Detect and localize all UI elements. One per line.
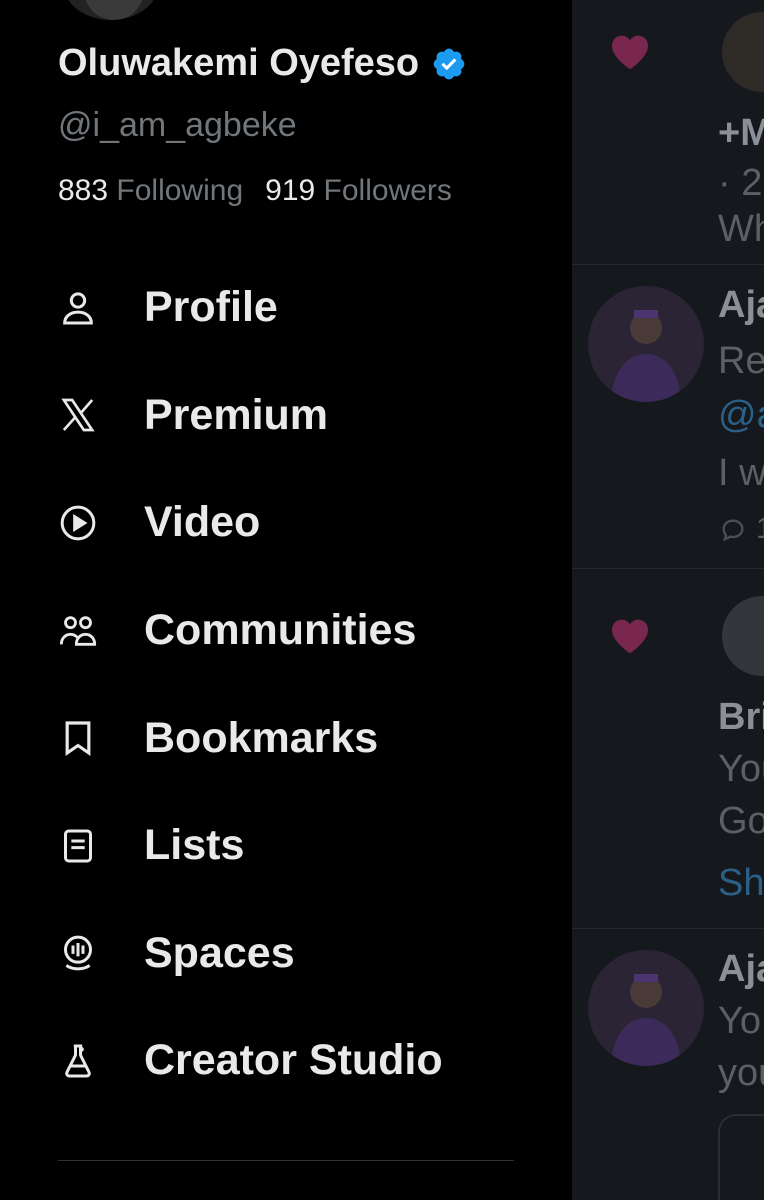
- following-link[interactable]: 883 Following: [58, 174, 243, 207]
- post-text: Wh: [718, 208, 764, 250]
- avatar-photo: [588, 286, 704, 402]
- post-meta: · 2l: [718, 162, 764, 204]
- show-more-link[interactable]: Sh: [718, 862, 764, 905]
- side-drawer: Oluwakemi Oyefeso @i_am_agbeke 883 Follo…: [0, 0, 572, 1200]
- nav-label-premium: Premium: [144, 390, 329, 439]
- reply-count: 1: [756, 512, 764, 546]
- post-text: You: [718, 748, 764, 790]
- liked-heart-icon: [612, 35, 648, 70]
- followers-label: Followers: [323, 174, 452, 207]
- nav-label-profile: Profile: [144, 283, 278, 332]
- nav-label-lists: Lists: [144, 821, 245, 870]
- following-count: 883: [58, 174, 109, 207]
- nav-item-video[interactable]: Video: [0, 469, 572, 577]
- nav-item-profile[interactable]: Profile: [0, 254, 572, 362]
- nav-label-bookmarks: Bookmarks: [144, 713, 379, 762]
- liked-heart-icon: [612, 619, 648, 654]
- nav-item-creator-studio[interactable]: Creator Studio: [0, 1007, 572, 1115]
- divider: [572, 264, 764, 265]
- bookmark-icon: [58, 718, 98, 758]
- x-logo-icon: [58, 395, 98, 435]
- display-name-text: Oluwakemi Oyefeso: [58, 42, 420, 84]
- profile-handle: @i_am_agbeke: [58, 106, 297, 144]
- flask-icon: [58, 1041, 98, 1081]
- avatar[interactable]: [588, 286, 704, 402]
- post-author: Bri: [718, 696, 764, 738]
- dimmed-timeline[interactable]: +M · 2l Wh Aja Re @a I w 1 Bri You Go Sh…: [572, 0, 764, 1200]
- post-author: Aja: [718, 948, 764, 990]
- list-icon: [58, 826, 98, 866]
- verified-badge-icon: [433, 48, 465, 79]
- play-circle-icon: [58, 503, 98, 543]
- nav-item-communities[interactable]: Communities: [0, 577, 572, 685]
- nav-item-spaces[interactable]: Spaces: [0, 900, 572, 1008]
- post-author: +M: [718, 112, 764, 154]
- divider: [58, 1160, 514, 1161]
- communities-icon: [58, 611, 98, 651]
- nav-label-creator-studio: Creator Studio: [144, 1036, 443, 1085]
- nav-item-premium[interactable]: Premium: [0, 362, 572, 470]
- person-icon: [58, 288, 98, 328]
- spaces-mic-icon: [58, 933, 98, 973]
- post-text: I w: [718, 452, 764, 494]
- drawer-nav: Profile Premium Video Communities Bookma…: [0, 254, 572, 1115]
- divider: [572, 568, 764, 569]
- profile-stats: 883 Following 919 Followers: [58, 174, 452, 208]
- post-text: Re: [718, 340, 764, 382]
- post-mention[interactable]: @a: [718, 394, 764, 437]
- nav-item-bookmarks[interactable]: Bookmarks: [0, 684, 572, 792]
- nav-label-spaces: Spaces: [144, 928, 295, 977]
- post-text: you: [718, 1052, 764, 1094]
- avatar[interactable]: [722, 12, 764, 92]
- post-text: Yo: [718, 1000, 761, 1042]
- post-text: Go: [718, 800, 764, 842]
- avatar[interactable]: [722, 596, 764, 676]
- divider: [572, 928, 764, 929]
- nav-label-communities: Communities: [144, 606, 417, 655]
- following-label: Following: [116, 174, 244, 207]
- followers-link[interactable]: 919 Followers: [265, 174, 452, 207]
- quoted-post-card[interactable]: [718, 1114, 764, 1200]
- avatar[interactable]: [588, 950, 704, 1066]
- avatar-photo: [588, 950, 704, 1066]
- nav-label-video: Video: [144, 498, 261, 547]
- avatar[interactable]: [64, 0, 158, 20]
- nav-item-lists[interactable]: Lists: [0, 792, 572, 900]
- post-author: Aja: [718, 284, 764, 326]
- followers-count: 919: [265, 174, 316, 207]
- reply-icon[interactable]: [718, 516, 748, 544]
- profile-display-name[interactable]: Oluwakemi Oyefeso: [58, 42, 467, 85]
